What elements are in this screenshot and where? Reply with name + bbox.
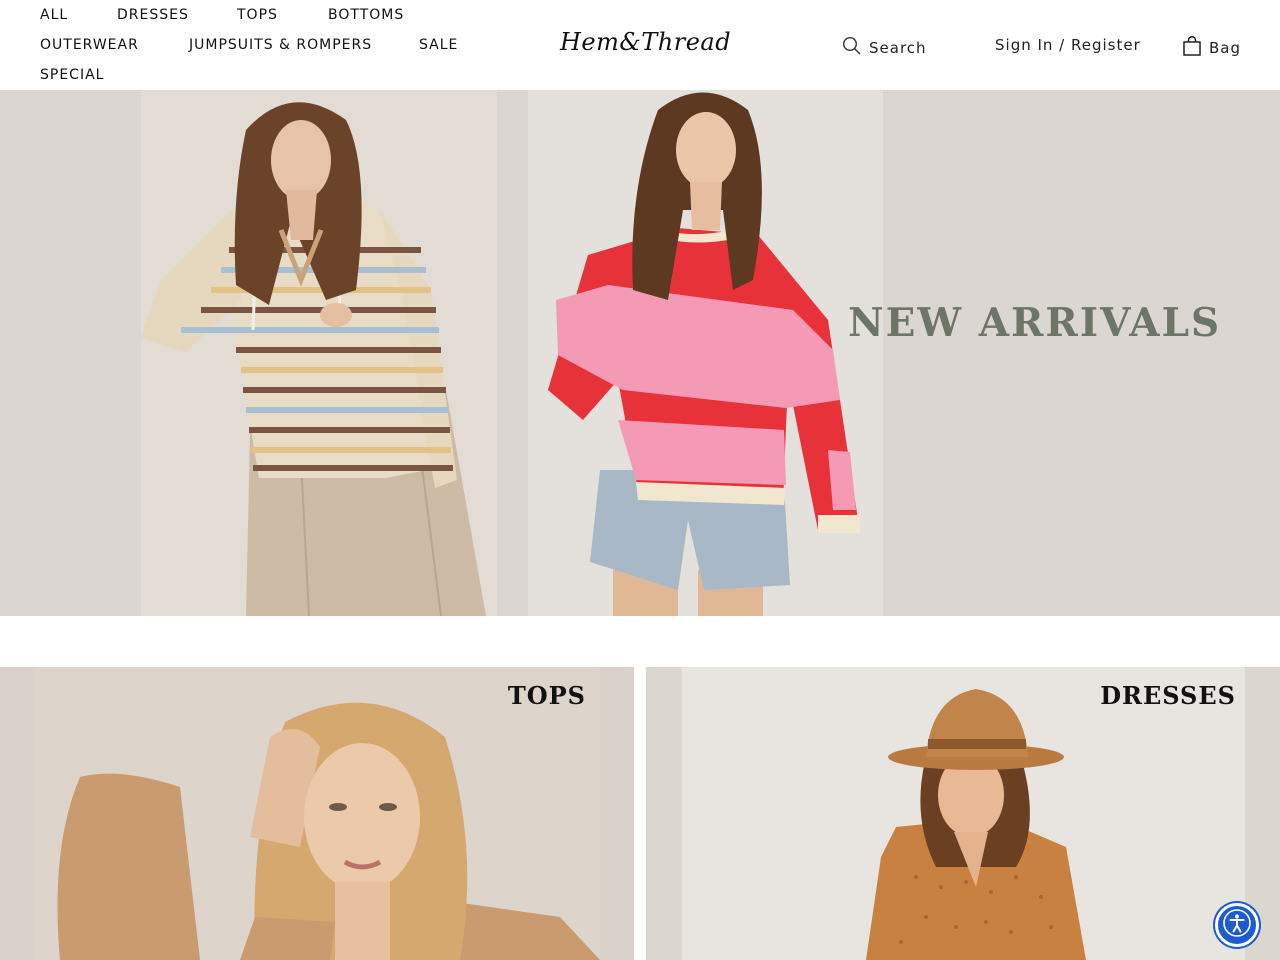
accessibility-icon <box>1222 908 1252 942</box>
hero-model-photo-pink-red-sweater <box>528 90 883 616</box>
sign-in-register-link[interactable]: Sign In / Register <box>995 36 1141 54</box>
hero-title: NEW ARRIVALS <box>848 300 1222 346</box>
bag-label: Bag <box>1209 39 1242 57</box>
nav-link-outerwear[interactable]: OUTERWEAR <box>40 36 139 54</box>
hero-model-photo-striped-sweater <box>141 90 497 616</box>
nav-link-special[interactable]: SPECIAL <box>40 66 104 84</box>
nav-link-dresses[interactable]: DRESSES <box>117 6 189 24</box>
nav-link-jumpsuits-rompers[interactable]: JUMPSUITS & ROMPERS <box>189 36 372 54</box>
shopping-bag-icon <box>1183 35 1209 60</box>
accessibility-button[interactable] <box>1215 903 1259 947</box>
nav-link-tops[interactable]: TOPS <box>237 6 278 24</box>
sign-in-label: Sign In / Register <box>995 36 1141 54</box>
category-tile-dresses[interactable]: DRESSES <box>646 667 1280 960</box>
tops-model-photo <box>33 667 600 960</box>
nav-link-bottoms[interactable]: BOTTOMS <box>328 6 404 24</box>
search-button[interactable]: Search <box>842 36 927 59</box>
hero-banner[interactable]: NEW ARRIVALS <box>0 90 1280 616</box>
dresses-model-photo <box>682 667 1245 960</box>
site-header: ALL DRESSES TOPS BOTTOMS OUTERWEAR JUMPS… <box>0 0 1280 90</box>
category-tile-tops[interactable]: TOPS <box>0 667 634 960</box>
nav-link-all[interactable]: ALL <box>40 6 68 24</box>
shopping-bag-button[interactable]: Bag <box>1183 35 1242 60</box>
search-icon <box>842 36 869 59</box>
nav-link-sale[interactable]: SALE <box>419 36 458 54</box>
brand-logo[interactable]: Hem&Thread <box>560 28 731 56</box>
category-label-tops: TOPS <box>507 681 586 710</box>
category-label-dresses: DRESSES <box>1100 681 1236 710</box>
search-label: Search <box>869 38 927 57</box>
